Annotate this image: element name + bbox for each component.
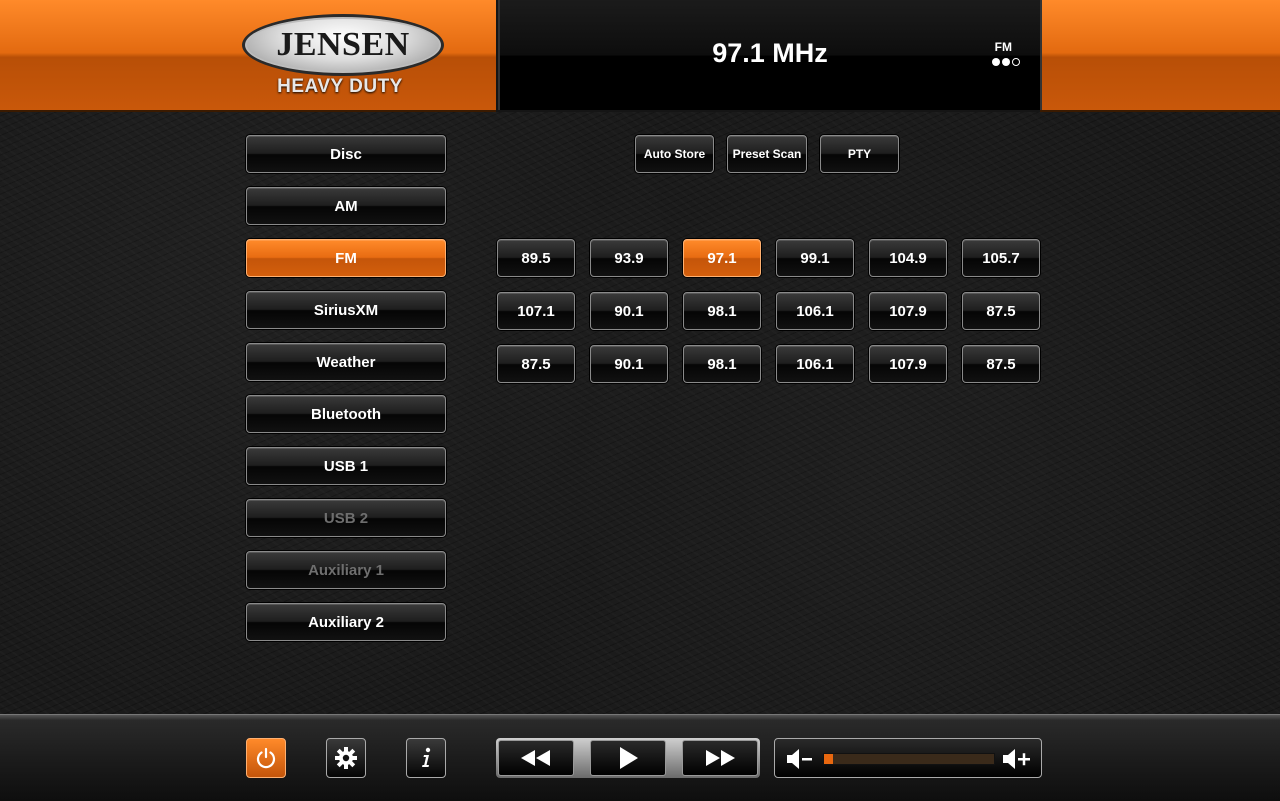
preset-button[interactable]: 90.1 bbox=[590, 292, 668, 330]
settings-button[interactable] bbox=[326, 738, 366, 778]
source-button-bluetooth[interactable]: Bluetooth bbox=[246, 395, 446, 433]
preset-button[interactable]: 87.5 bbox=[497, 345, 575, 383]
fast-forward-button[interactable] bbox=[682, 740, 758, 776]
volume-up-icon[interactable] bbox=[1001, 747, 1033, 771]
rewind-button[interactable] bbox=[498, 740, 574, 776]
source-button-siriusxm[interactable]: SiriusXM bbox=[246, 291, 446, 329]
volume-level bbox=[824, 754, 833, 764]
source-button-usb-2[interactable]: USB 2 bbox=[246, 499, 446, 537]
volume-down-icon[interactable] bbox=[785, 747, 815, 771]
frequency-display: 97.1 MHz FM bbox=[498, 0, 1042, 110]
band-indicator: FM bbox=[994, 40, 1012, 54]
leather-background bbox=[0, 112, 1280, 714]
source-button-am[interactable]: AM bbox=[246, 187, 446, 225]
preset-button[interactable]: 93.9 bbox=[590, 239, 668, 277]
source-button-usb-1[interactable]: USB 1 bbox=[246, 447, 446, 485]
source-button-fm[interactable]: FM bbox=[246, 239, 446, 277]
rewind-icon bbox=[521, 750, 550, 766]
transport-controls bbox=[496, 738, 760, 778]
fast-forward-icon bbox=[706, 750, 735, 766]
header: JENSEN HEAVY DUTY 97.1 MHz FM bbox=[0, 0, 1280, 112]
preset-button[interactable]: 89.5 bbox=[497, 239, 575, 277]
source-button-auxiliary-2[interactable]: Auxiliary 2 bbox=[246, 603, 446, 641]
preset-button[interactable]: 87.5 bbox=[962, 345, 1040, 383]
source-button-disc[interactable]: Disc bbox=[246, 135, 446, 173]
brand-name: JENSEN bbox=[276, 26, 410, 63]
play-icon bbox=[620, 747, 638, 769]
header-right-panel bbox=[1040, 0, 1280, 112]
preset-button[interactable]: 106.1 bbox=[776, 345, 854, 383]
preset-button[interactable]: 98.1 bbox=[683, 292, 761, 330]
preset-button[interactable]: 107.9 bbox=[869, 345, 947, 383]
preset-scan-button[interactable]: Preset Scan bbox=[727, 135, 807, 173]
preset-button[interactable]: 104.9 bbox=[869, 239, 947, 277]
gear-icon bbox=[335, 747, 357, 769]
pty-button[interactable]: PTY bbox=[820, 135, 899, 173]
preset-button[interactable]: 90.1 bbox=[590, 345, 668, 383]
volume-slider[interactable] bbox=[823, 753, 995, 765]
source-button-weather[interactable]: Weather bbox=[246, 343, 446, 381]
source-button-auxiliary-1[interactable]: Auxiliary 1 bbox=[246, 551, 446, 589]
preset-button[interactable]: 105.7 bbox=[962, 239, 1040, 277]
band-dot bbox=[992, 58, 1000, 66]
band-dot bbox=[1012, 58, 1020, 66]
preset-button[interactable]: 107.9 bbox=[869, 292, 947, 330]
band-dot bbox=[1002, 58, 1010, 66]
info-icon bbox=[422, 747, 431, 767]
preset-button[interactable]: 97.1 bbox=[683, 239, 761, 277]
preset-button[interactable]: 106.1 bbox=[776, 292, 854, 330]
preset-button[interactable]: 99.1 bbox=[776, 239, 854, 277]
band-dots bbox=[992, 58, 1020, 66]
auto-store-button[interactable]: Auto Store bbox=[635, 135, 714, 173]
info-button[interactable] bbox=[406, 738, 446, 778]
power-icon bbox=[256, 747, 276, 769]
preset-button[interactable]: 98.1 bbox=[683, 345, 761, 383]
brand-subtitle: HEAVY DUTY bbox=[277, 76, 403, 97]
frequency-readout: 97.1 MHz bbox=[712, 38, 828, 68]
preset-button[interactable]: 87.5 bbox=[962, 292, 1040, 330]
play-button[interactable] bbox=[590, 740, 666, 776]
preset-button[interactable]: 107.1 bbox=[497, 292, 575, 330]
power-button[interactable] bbox=[246, 738, 286, 778]
brand-logo: JENSEN bbox=[242, 14, 444, 76]
volume-control bbox=[774, 738, 1042, 778]
